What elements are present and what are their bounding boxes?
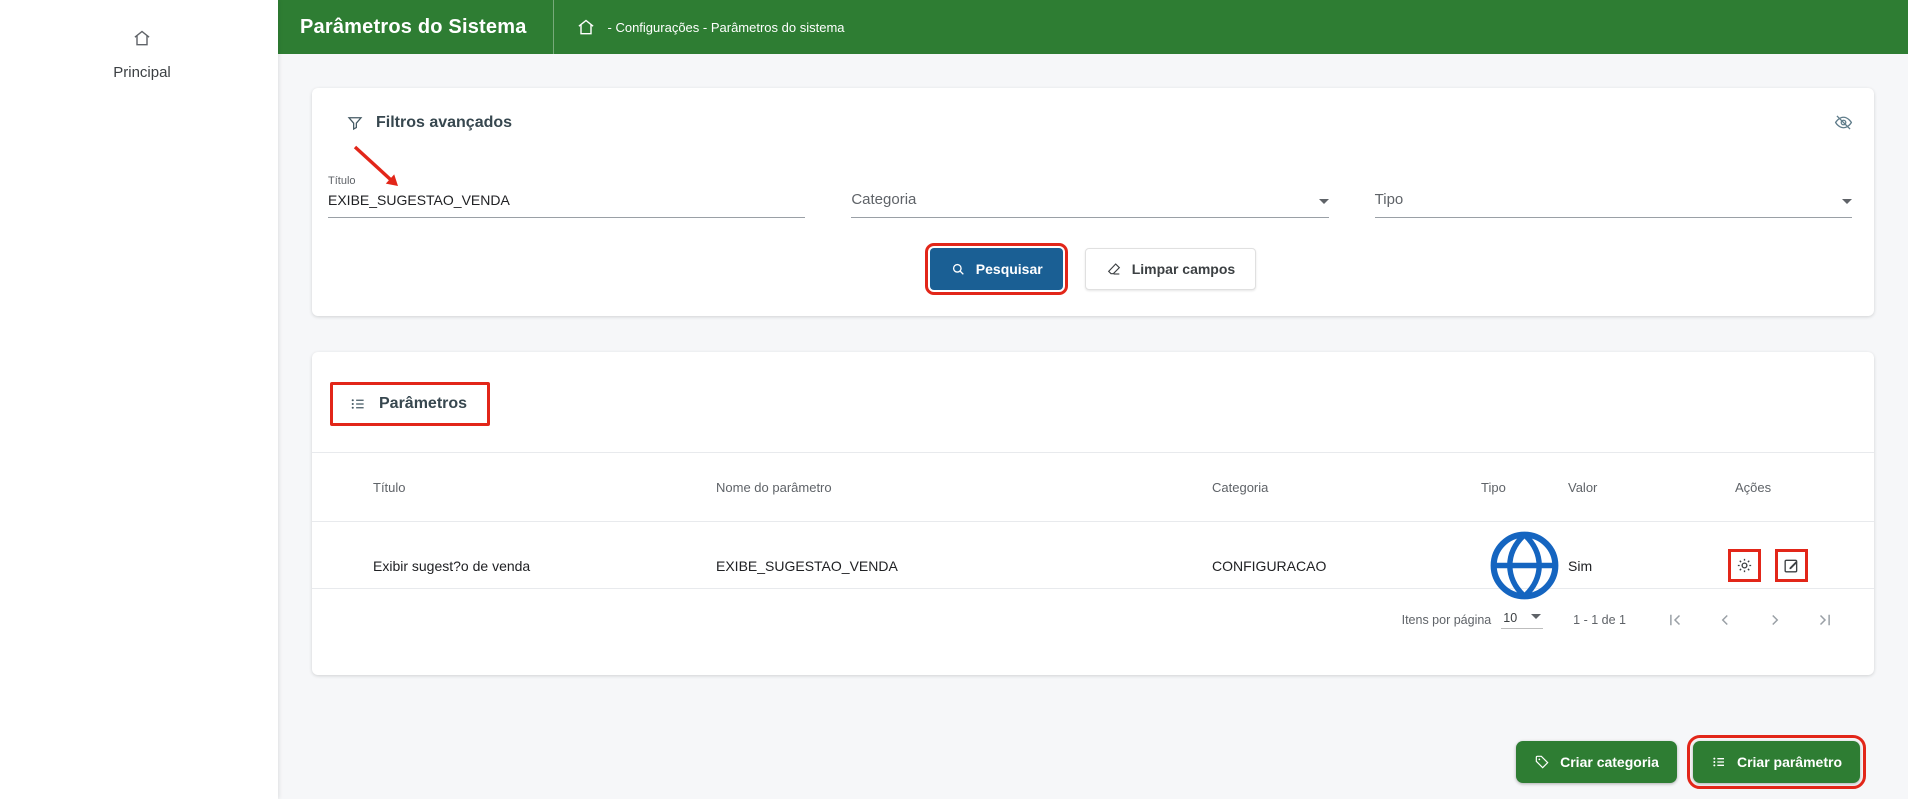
topbar: Parâmetros do Sistema - Configurações - … [278, 0, 1908, 54]
cell-valor: Sim [1568, 558, 1735, 574]
create-parameter-label: Criar parâmetro [1737, 754, 1842, 770]
eye-off-icon[interactable] [1833, 112, 1854, 133]
tipo-select[interactable]: Tipo [1375, 176, 1852, 218]
filter-actions: Pesquisar Limpar campos [312, 248, 1874, 290]
cell-tipo [1481, 522, 1568, 609]
cell-acoes [1735, 556, 1850, 575]
titulo-field-value: EXIBE_SUGESTAO_VENDA [328, 192, 805, 217]
create-category-label: Criar categoria [1560, 754, 1659, 770]
list-icon [349, 395, 367, 413]
column-header-titulo: Título [373, 480, 716, 495]
table-row: Exibir sugest?o de venda EXIBE_SUGESTAO_… [312, 522, 1874, 588]
eraser-icon [1106, 261, 1122, 277]
sidebar-item-label: Principal [113, 64, 171, 83]
search-icon [950, 261, 966, 277]
filters-card: Filtros avançados Título EXIBE_SUGESTAO_… [312, 88, 1874, 316]
items-per-page-value: 10 [1503, 611, 1517, 625]
cell-nome: EXIBE_SUGESTAO_VENDA [716, 558, 1212, 574]
create-parameter-button[interactable]: Criar parâmetro [1693, 741, 1860, 783]
pagination: Itens por página 10 1 - 1 de 1 [312, 589, 1874, 651]
search-button[interactable]: Pesquisar [930, 248, 1063, 290]
breadcrumb: - Configurações - Parâmetros do sistema [608, 20, 845, 35]
table-header-row: Título Nome do parâmetro Categoria Tipo … [312, 453, 1874, 521]
last-page-icon[interactable] [1816, 611, 1834, 629]
clear-button-label: Limpar campos [1132, 261, 1235, 277]
settings-action-icon[interactable] [1735, 556, 1754, 575]
filter-icon [346, 114, 364, 132]
items-per-page-label: Itens por página [1402, 613, 1492, 627]
filters-title: Filtros avançados [376, 114, 512, 132]
annotation-arrow [352, 144, 404, 194]
filter-fields: Título EXIBE_SUGESTAO_VENDA Categoria Ti… [312, 145, 1874, 218]
clear-button[interactable]: Limpar campos [1085, 248, 1256, 290]
edit-action-icon[interactable] [1782, 556, 1801, 575]
parameters-card-header: Parâmetros [312, 352, 1874, 452]
create-category-button[interactable]: Criar categoria [1516, 741, 1677, 783]
globe-icon [1481, 522, 1568, 609]
column-header-nome: Nome do parâmetro [716, 480, 1212, 495]
items-per-page-select[interactable]: 10 [1501, 611, 1543, 629]
caret-down-icon [1842, 199, 1852, 204]
sidebar: Principal Cadastros Inteligência de Negó… [0, 0, 278, 799]
footer-actions: Criar categoria Criar parâmetro [312, 741, 1874, 799]
pagination-range: 1 - 1 de 1 [1573, 613, 1626, 627]
annotation-box: Parâmetros [330, 382, 490, 426]
home-icon [132, 28, 152, 48]
main-area: Parâmetros do Sistema - Configurações - … [278, 0, 1908, 799]
categoria-select-label: Categoria [851, 191, 916, 208]
list-icon [1711, 754, 1727, 770]
next-page-icon[interactable] [1766, 611, 1784, 629]
search-button-label: Pesquisar [976, 261, 1043, 277]
column-header-valor: Valor [1568, 480, 1735, 495]
tipo-select-label: Tipo [1375, 191, 1404, 208]
caret-down-icon [1319, 199, 1329, 204]
content: Filtros avançados Título EXIBE_SUGESTAO_… [278, 54, 1908, 799]
previous-page-icon[interactable] [1716, 611, 1734, 629]
page-title: Parâmetros do Sistema [300, 16, 527, 39]
cell-categoria: CONFIGURACAO [1212, 558, 1481, 574]
filters-card-header: Filtros avançados [312, 88, 1874, 145]
column-header-acoes: Ações [1735, 480, 1850, 495]
cell-titulo: Exibir sugest?o de venda [373, 558, 716, 574]
parameters-card: Parâmetros Título Nome do parâmetro Cate… [312, 352, 1874, 675]
breadcrumb-home-icon[interactable] [576, 17, 596, 37]
tag-icon [1534, 754, 1550, 770]
sidebar-item-principal[interactable]: Principal [0, 28, 278, 799]
categoria-select[interactable]: Categoria [851, 176, 1328, 218]
column-header-categoria: Categoria [1212, 480, 1481, 495]
header-divider [553, 0, 554, 54]
first-page-icon[interactable] [1666, 611, 1684, 629]
caret-down-icon [1531, 614, 1541, 619]
parameters-title: Parâmetros [379, 395, 467, 413]
column-header-tipo: Tipo [1481, 480, 1568, 495]
